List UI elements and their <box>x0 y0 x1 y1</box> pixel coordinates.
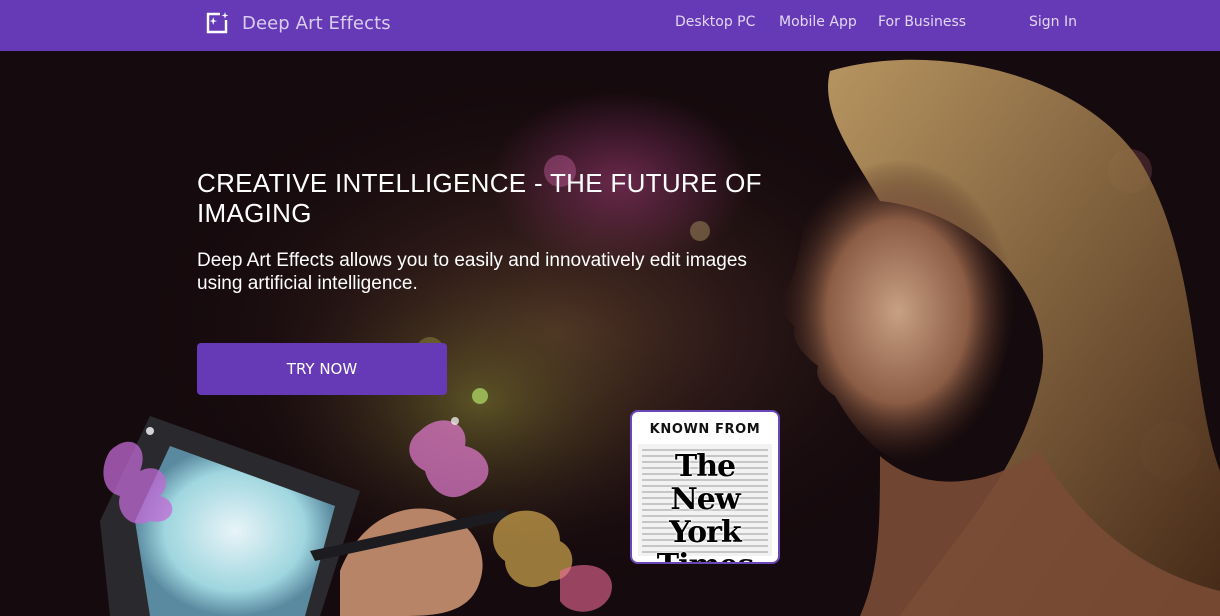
hero-subtitle: Deep Art Effects allows you to easily an… <box>197 250 747 294</box>
nyt-logo: The New York Times <box>657 449 754 562</box>
nav-desktop-pc[interactable]: Desktop PC <box>675 14 755 30</box>
sign-in-link[interactable]: Sign In <box>1029 14 1077 30</box>
nav-mobile-app[interactable]: Mobile App <box>779 14 857 30</box>
known-from-badge[interactable]: KNOWN FROM The New York Times <box>630 410 780 564</box>
badge-label: KNOWN FROM <box>649 422 761 437</box>
hero-section: CREATIVE INTELLIGENCE - THE FUTURE OF IM… <box>0 51 1220 616</box>
nav-for-business[interactable]: For Business <box>878 14 966 30</box>
brand-logo-icon <box>206 12 229 34</box>
hero-background-image <box>0 51 1220 616</box>
try-now-button[interactable]: TRY NOW <box>197 343 447 395</box>
brand-name: Deep Art Effects <box>242 12 391 34</box>
hero-title: CREATIVE INTELLIGENCE - THE FUTURE OF IM… <box>197 168 762 228</box>
brand-home-link[interactable]: Deep Art Effects <box>204 10 391 36</box>
top-navigation-bar: Deep Art Effects Desktop PC Mobile App F… <box>0 0 1220 51</box>
